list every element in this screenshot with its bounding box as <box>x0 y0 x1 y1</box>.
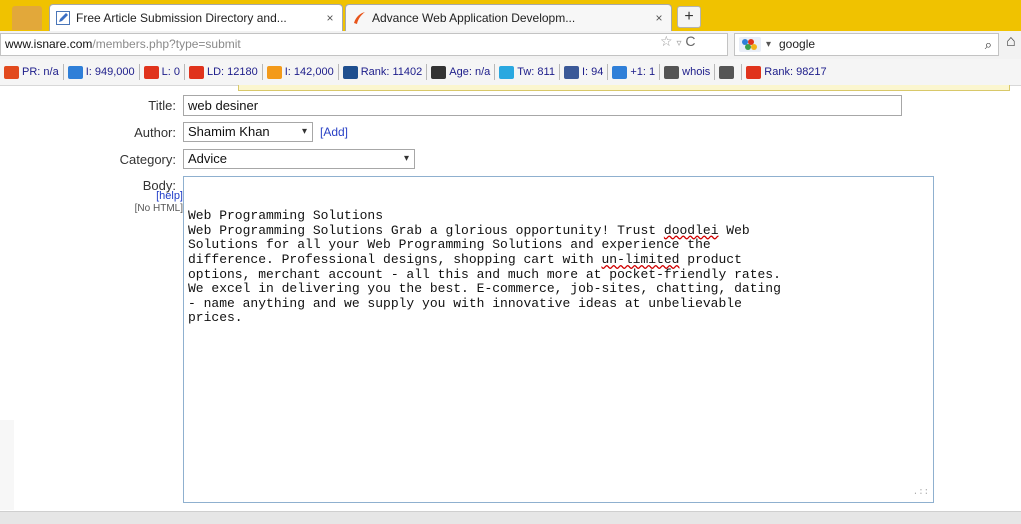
resize-grip-icon[interactable]: .:: <box>913 485 929 500</box>
author-label: Author: <box>134 125 176 140</box>
seo-value: LD: 12180 <box>206 66 258 78</box>
page-edge <box>0 420 14 510</box>
category-value: Advice <box>188 151 228 166</box>
rank2-icon <box>746 65 762 79</box>
seo-item[interactable]: Rank: 98217 <box>742 64 830 80</box>
seo-item[interactable]: PR: n/a <box>0 64 64 80</box>
body-line: difference. Professional designs, shoppi… <box>188 251 742 267</box>
pencil-favicon-icon <box>56 11 70 25</box>
chevron-down-icon: ▾ <box>301 126 307 137</box>
seo-item[interactable]: Tw: 811 <box>495 64 560 80</box>
notice-strip <box>238 85 1010 91</box>
swoosh-favicon-icon <box>354 12 365 24</box>
archive-icon <box>431 65 447 79</box>
seo-item[interactable]: whois <box>660 64 716 80</box>
seo-value: Age: n/a <box>449 66 491 78</box>
help-link[interactable]: [help] <box>156 190 183 202</box>
author-value: Shamim Khan <box>188 124 270 139</box>
seo-item[interactable]: I: 949,000 <box>64 64 140 80</box>
google-engine-icon[interactable] <box>739 37 761 52</box>
browser-menu-button[interactable] <box>12 6 42 30</box>
seo-item[interactable]: +1: 1 <box>608 64 661 80</box>
seo-toolbar: PR: n/a I: 949,000 L: 0 LD: 12180 I: 142,000… <box>0 59 1021 86</box>
seo-value: PR: n/a <box>22 66 59 78</box>
body-line: We excel in delivering you the best. E-c… <box>188 281 781 297</box>
body-line: Solutions for all your Web Programming S… <box>188 237 711 253</box>
seo-value: +1: 1 <box>630 66 656 78</box>
links-icon <box>143 65 159 79</box>
tab-title: Free Article Submission Directory and... <box>76 11 287 25</box>
author-select[interactable]: Shamim Khan ▾ <box>183 122 313 142</box>
title-label: Title: <box>148 98 176 113</box>
close-tab-icon[interactable]: × <box>651 11 667 25</box>
address-bar[interactable]: www.isnare.com/members.php?type=submit <box>0 33 728 56</box>
search-box[interactable]: ▾ google ⌕ <box>734 33 999 56</box>
search-query: google <box>779 37 816 51</box>
whois-icon <box>664 65 680 79</box>
seo-item[interactable]: Rank: 11402 <box>339 64 428 80</box>
body-line: - name anything and we supply you with i… <box>188 295 742 311</box>
tab-advance-web[interactable]: Advance Web Application Developm... × <box>345 4 672 31</box>
source-icon <box>719 65 735 79</box>
seo-value: Tw: 811 <box>517 66 555 78</box>
search-icon[interactable]: ⌕ <box>985 34 992 55</box>
seo-item[interactable]: I: 94 <box>560 64 609 80</box>
dropdown-arrow-icon[interactable]: ▿ <box>676 38 681 49</box>
url-host: www.isnare.com <box>5 37 93 51</box>
tab-title: Advance Web Application Developm... <box>372 11 576 25</box>
twitter-icon <box>499 65 515 79</box>
body-textarea[interactable]: Web Programming Solutions Web Programming… <box>183 176 934 503</box>
no-html-note: [No HTML] <box>134 203 183 214</box>
url-actions: ☆ ▿ C <box>660 31 696 54</box>
seo-item[interactable] <box>715 64 743 80</box>
seo-value: I: 94 <box>581 66 604 78</box>
chevron-down-icon: ▾ <box>403 153 409 164</box>
seo-item[interactable]: Age: n/a <box>427 64 496 80</box>
bookmark-star-icon[interactable]: ☆ <box>660 33 673 49</box>
tab-bar: Free Article Submission Directory and...… <box>0 0 1021 31</box>
seo-value: whois <box>682 66 711 78</box>
bing-index-icon <box>266 65 282 79</box>
pagerank-icon <box>4 65 19 79</box>
seo-value: Rank: 98217 <box>764 66 827 78</box>
seo-item[interactable]: L: 0 <box>140 64 185 80</box>
status-bar <box>0 511 1021 524</box>
google-plus-icon <box>612 65 628 79</box>
add-author-link[interactable]: [Add] <box>320 125 348 139</box>
home-icon[interactable]: ⌂ <box>1006 33 1016 51</box>
facebook-icon <box>563 65 579 79</box>
close-tab-icon[interactable]: × <box>322 11 338 25</box>
body-line: options, merchant account - all this and… <box>188 266 781 282</box>
linkdomain-icon <box>188 65 204 79</box>
seo-value: L: 0 <box>161 66 180 78</box>
google-index-icon <box>67 65 83 79</box>
seo-value: I: 142,000 <box>284 66 334 78</box>
tab-article-submission[interactable]: Free Article Submission Directory and...… <box>49 4 343 31</box>
seo-item[interactable]: I: 142,000 <box>263 64 339 80</box>
body-line: Web Programming Solutions <box>188 208 384 224</box>
seo-value: I: 949,000 <box>85 66 135 78</box>
misspelled-word: un-limited <box>601 251 680 267</box>
engine-dropdown-icon[interactable]: ▾ <box>766 34 771 55</box>
alexa-rank-icon <box>342 65 358 79</box>
category-select[interactable]: Advice ▾ <box>183 149 415 169</box>
seo-value: Rank: 11402 <box>360 66 423 78</box>
reload-icon[interactable]: C <box>685 33 695 49</box>
misspelled-word: doodlei <box>663 222 719 238</box>
new-tab-button[interactable]: + <box>677 6 701 28</box>
title-input[interactable]: web desiner <box>183 95 902 116</box>
body-line: prices. <box>188 310 243 326</box>
body-line: Web Programming Solutions Grab a gloriou… <box>188 222 750 238</box>
navigation-bar: www.isnare.com/members.php?type=submit ☆… <box>0 31 1021 60</box>
category-label: Category: <box>119 152 176 167</box>
seo-item[interactable]: LD: 12180 <box>185 64 263 80</box>
url-path: /members.php?type=submit <box>92 37 241 51</box>
